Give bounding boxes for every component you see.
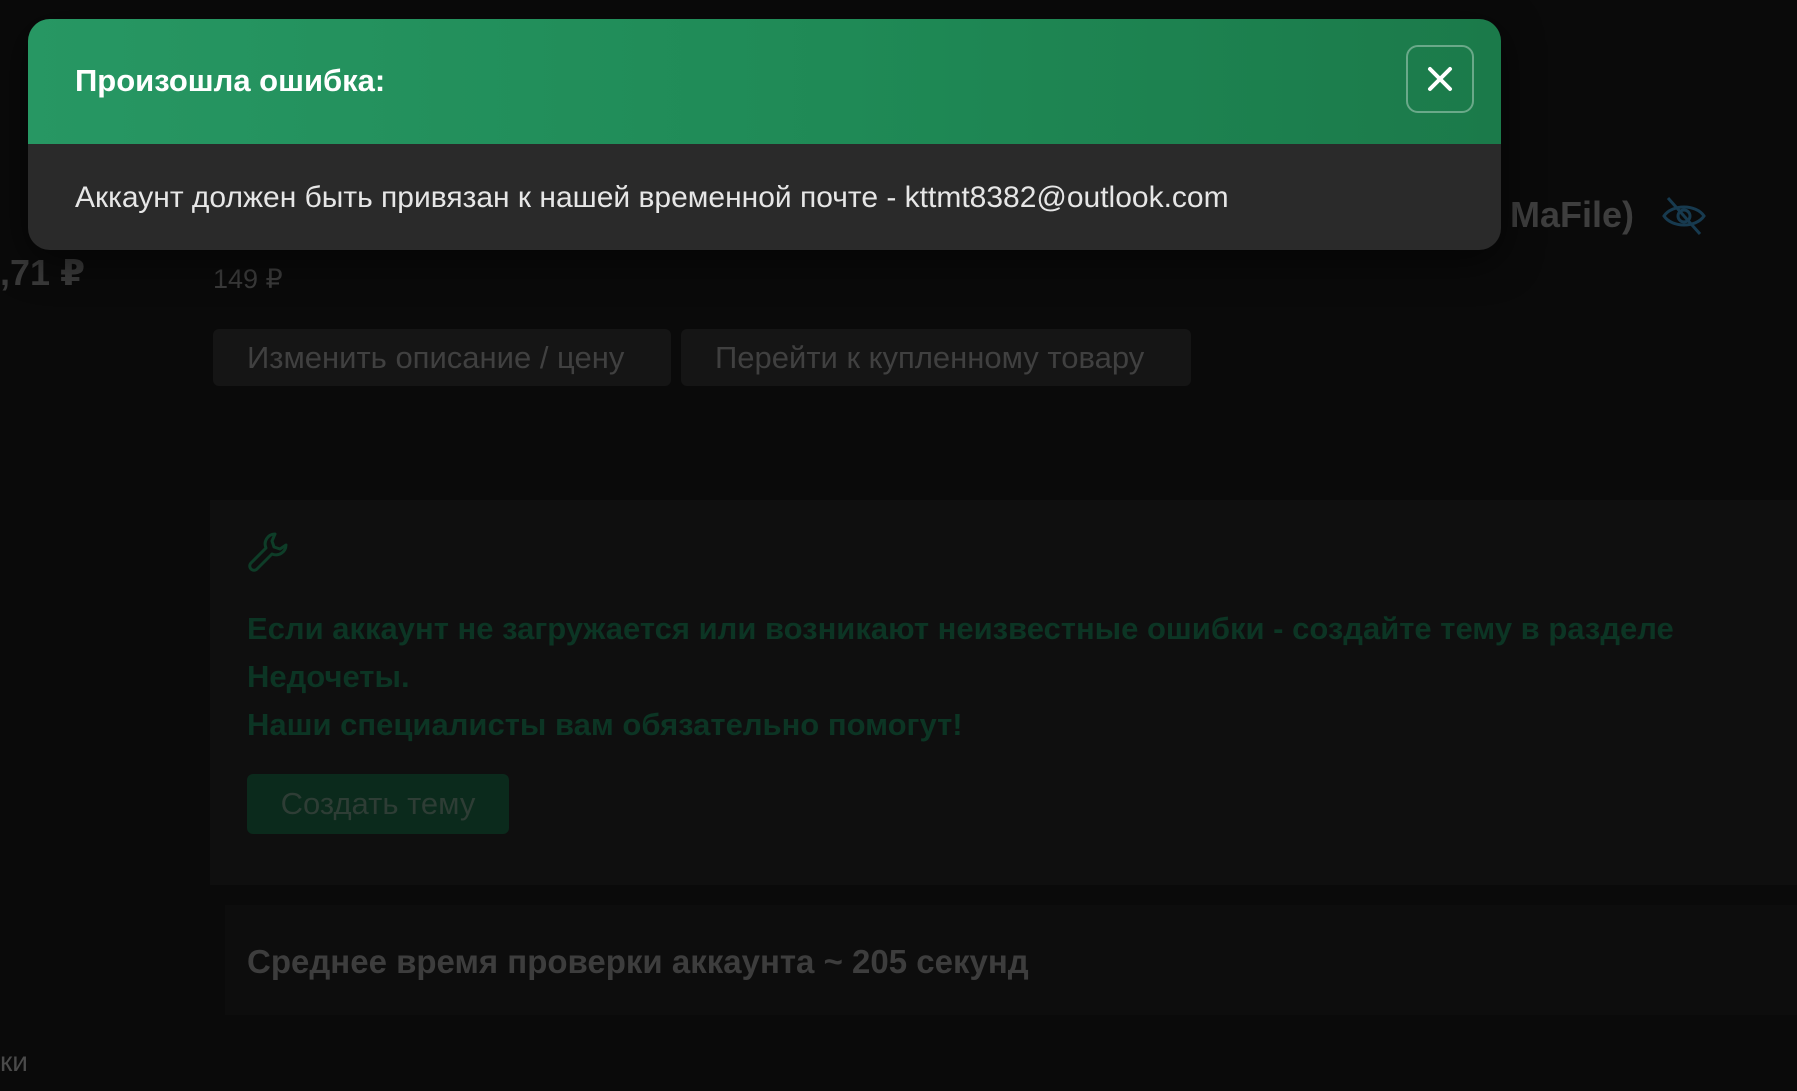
help-line-3: Наши специалисты вам обязательно помогут… — [247, 707, 963, 742]
check-time-text: Среднее время проверки аккаунта ~ 205 се… — [247, 943, 1029, 980]
error-modal: Произошла ошибка: Аккаунт должен быть пр… — [28, 19, 1501, 250]
error-message: Аккаунт должен быть привязан к нашей вре… — [75, 181, 1229, 214]
item-price: 149 ₽ — [213, 264, 283, 294]
help-line-2: Недочеты. — [247, 659, 410, 694]
edit-description-button[interactable]: Изменить описание / цену — [213, 329, 671, 386]
help-line-1: Если аккаунт не загружается или возникаю… — [247, 611, 1674, 646]
close-button[interactable] — [1406, 45, 1474, 113]
wrench-icon — [248, 532, 288, 572]
help-card: Если аккаунт не загружается или возникаю… — [210, 500, 1797, 885]
modal-title: Произошла ошибка: — [75, 63, 386, 98]
create-topic-button[interactable]: Создать тему — [247, 774, 509, 834]
left-price-fragment: ,71 ₽ — [0, 252, 86, 293]
page: ,71 ₽ MaFile) 149 ₽ Изменить описание / … — [0, 0, 1797, 1091]
help-text: Если аккаунт не загружается или возникаю… — [247, 605, 1797, 749]
go-to-purchased-button[interactable]: Перейти к купленному товару — [681, 329, 1191, 386]
modal-body: Аккаунт должен быть привязан к нашей вре… — [28, 144, 1501, 250]
eye-off-icon[interactable] — [1660, 192, 1708, 240]
modal-header: Произошла ошибка: — [28, 19, 1501, 144]
left-bottom-fragment: ки — [0, 1046, 28, 1077]
check-time-panel: Среднее время проверки аккаунта ~ 205 се… — [225, 905, 1797, 1015]
item-title-fragment: MaFile) — [1510, 194, 1635, 235]
close-icon — [1428, 67, 1452, 91]
